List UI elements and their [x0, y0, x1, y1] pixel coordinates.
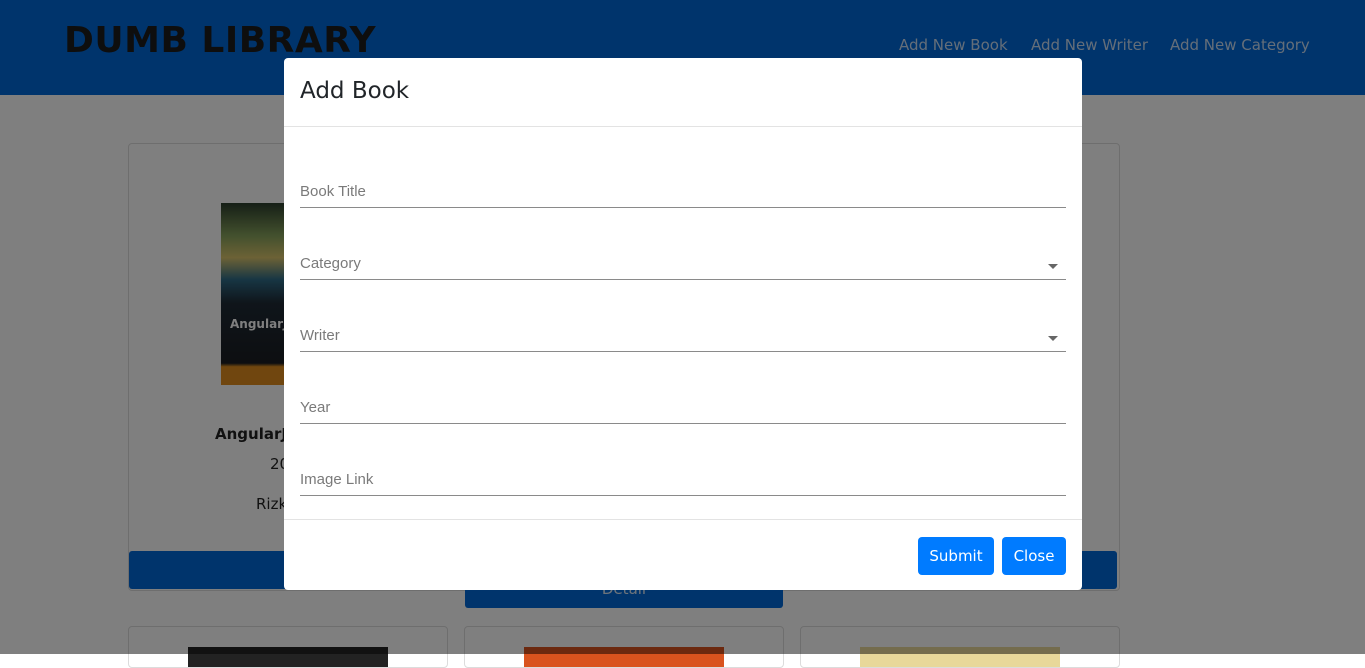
image-link-input[interactable]: Image Link [300, 471, 1066, 496]
modal-header: Add Book [284, 58, 1082, 127]
modal-footer: Submit Close [284, 519, 1082, 590]
book-title-placeholder: Book Title [300, 183, 366, 200]
add-book-modal: Add Book Book Title Category Writer Year… [284, 58, 1082, 590]
caret-down-icon[interactable] [1048, 264, 1058, 269]
caret-down-icon[interactable] [1048, 336, 1058, 341]
category-select[interactable]: Category [300, 255, 1066, 280]
close-button[interactable]: Close [1002, 537, 1066, 575]
year-placeholder: Year [300, 399, 331, 416]
submit-button[interactable]: Submit [918, 537, 994, 575]
category-placeholder: Category [300, 255, 361, 272]
writer-select[interactable]: Writer [300, 327, 1066, 352]
book-title-input[interactable]: Book Title [300, 183, 1066, 208]
writer-placeholder: Writer [300, 327, 340, 344]
image-link-placeholder: Image Link [300, 471, 374, 488]
modal-title: Add Book [300, 78, 410, 104]
year-input[interactable]: Year [300, 399, 1066, 424]
